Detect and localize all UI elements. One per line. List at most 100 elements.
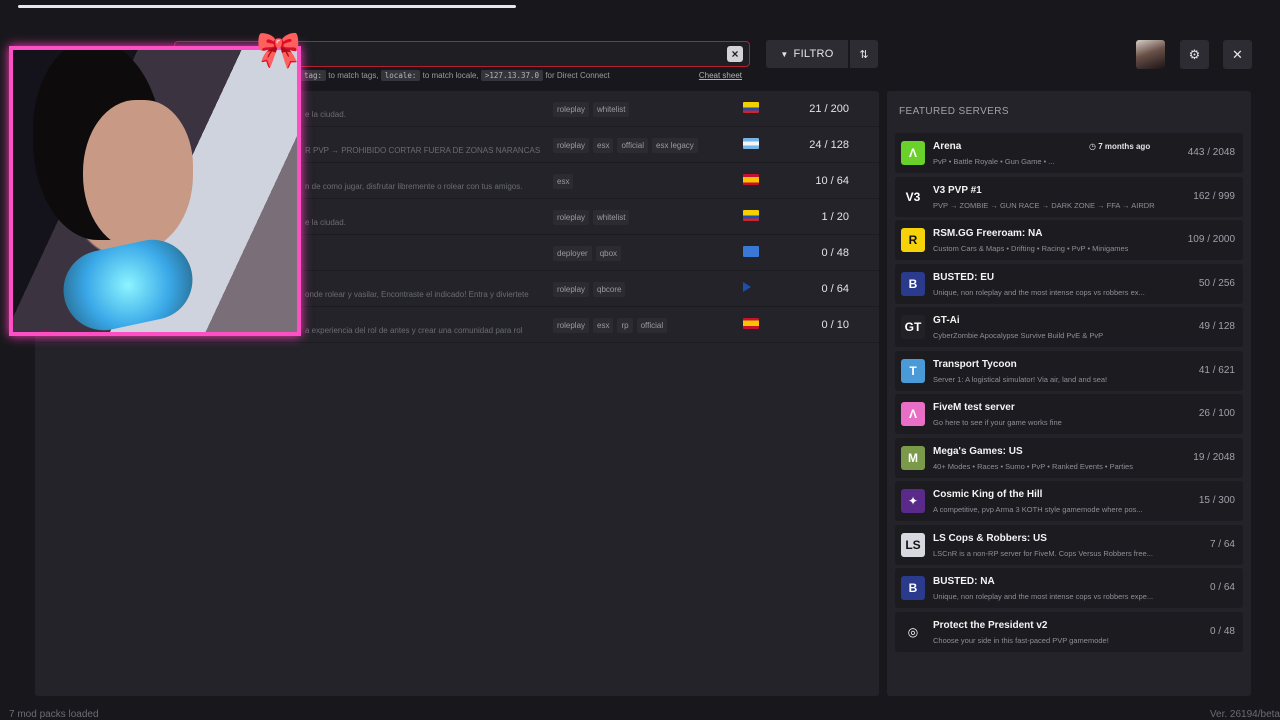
player-count: 10 / 64 bbox=[815, 175, 849, 187]
loading-progress-bar bbox=[18, 5, 516, 8]
tag: esx bbox=[593, 318, 614, 333]
tag: esx bbox=[593, 138, 614, 153]
settings-button[interactable]: ⚙ bbox=[1180, 40, 1209, 69]
featured-server-item[interactable]: GT GT-Ai CyberZombie Apocalypse Survive Bu… bbox=[895, 307, 1243, 347]
featured-server-desc: Unique, non roleplay and the most intens… bbox=[933, 592, 1154, 601]
clear-search-button[interactable]: × bbox=[727, 46, 743, 62]
featured-server-desc: Unique, non roleplay and the most intens… bbox=[933, 287, 1145, 297]
filter-icon: ▼ bbox=[780, 49, 789, 59]
featured-server-item[interactable]: R RSM.GG Freeroam: NA Custom Cars & Maps •… bbox=[895, 220, 1243, 260]
close-button[interactable]: ✕ bbox=[1223, 40, 1252, 69]
hint-ip-code: >127.13.37.0 bbox=[480, 70, 544, 81]
featured-server-item[interactable]: LS LS Cops & Robbers: US LSCnR is a non-RP… bbox=[895, 524, 1243, 565]
featured-player-count: 7 / 64 bbox=[1209, 538, 1235, 550]
featured-server-name: BUSTED: NA bbox=[933, 576, 995, 587]
server-desc: R PVP → PROHIBIDO CORTAR FUERA DE ZONAS … bbox=[305, 146, 541, 155]
featured-server-desc: 40+ Modes • Races • Sumo • PvP • Ranked … bbox=[933, 461, 1133, 471]
featured-server-item[interactable]: B BUSTED: NA Unique, non roleplay and the … bbox=[895, 568, 1243, 608]
flag-icon bbox=[743, 246, 759, 257]
server-logo-icon: Λ bbox=[901, 141, 925, 165]
featured-player-count: 109 / 2000 bbox=[1187, 234, 1235, 245]
featured-server-desc: PvP • Battle Royale • Gun Game • ... bbox=[933, 157, 1055, 166]
player-count: 21 / 200 bbox=[809, 103, 849, 115]
featured-servers-panel: FEATURED SERVERS Λ Arena PvP • Battle Roya… bbox=[887, 91, 1251, 696]
featured-player-count: 41 / 621 bbox=[1198, 364, 1235, 376]
tag: roleplay bbox=[553, 210, 590, 225]
player-count: 1 / 20 bbox=[821, 211, 849, 223]
tag: roleplay bbox=[553, 138, 590, 153]
tag: qbox bbox=[595, 246, 622, 261]
tag: deployer bbox=[553, 246, 592, 261]
last-seen-badge: ◷ 7 months ago bbox=[1085, 140, 1155, 153]
featured-server-desc: PVP → ZOMBIE → GUN RACE → DARK ZONE → FF… bbox=[933, 200, 1155, 210]
player-count: 24 / 128 bbox=[809, 139, 849, 151]
hint-ip-text: for Direct Connect bbox=[545, 71, 610, 80]
featured-player-count: 15 / 300 bbox=[1198, 495, 1235, 506]
tag: official bbox=[636, 318, 668, 333]
featured-server-name: RSM.GG Freeroam: NA bbox=[933, 228, 1043, 239]
featured-server-item[interactable]: Λ Arena PvP • Battle Royale • Gun Game • .… bbox=[895, 133, 1243, 173]
filter-button[interactable]: ▼ FILTRO bbox=[766, 40, 848, 68]
tag: roleplay bbox=[553, 318, 590, 333]
server-tags: esx bbox=[553, 174, 574, 189]
featured-server-desc: Server 1: A logistical simulator! Via ai… bbox=[933, 374, 1108, 384]
server-desc: n de como jugar, disfrutar libremente o … bbox=[305, 182, 523, 191]
featured-server-item[interactable]: M Mega's Games: US 40+ Modes • Races • Sum… bbox=[895, 437, 1243, 478]
hint-tags-code: tag: bbox=[300, 70, 327, 81]
user-avatar[interactable] bbox=[1136, 40, 1165, 69]
featured-server-name: Mega's Games: US bbox=[933, 445, 1023, 457]
featured-player-count: 50 / 256 bbox=[1198, 277, 1235, 289]
server-logo-icon: B bbox=[901, 271, 925, 296]
player-count: 0 / 10 bbox=[821, 319, 849, 331]
server-logo-icon: GT bbox=[901, 315, 925, 339]
flag-icon bbox=[743, 210, 759, 221]
featured-server-item[interactable]: B BUSTED: EU Unique, non roleplay and the … bbox=[895, 263, 1243, 304]
webcam-face bbox=[83, 100, 193, 250]
featured-server-name: BUSTED: EU bbox=[933, 271, 995, 283]
flag-icon bbox=[743, 138, 759, 149]
featured-server-item[interactable]: V3 V3 PVP #1 PVP → ZOMBIE → GUN RACE → DAR… bbox=[895, 176, 1243, 217]
featured-server-desc: Go here to see if your game works fine bbox=[933, 418, 1062, 427]
featured-server-desc: Custom Cars & Maps • Drifting • Racing •… bbox=[933, 244, 1129, 253]
server-tags: roleplay esx official esx legacy bbox=[553, 138, 698, 153]
server-tags: roleplay whitelist bbox=[553, 210, 630, 225]
hint-locale-code: locale: bbox=[380, 70, 421, 81]
featured-server-item[interactable]: Λ FiveM test server Go here to see if your… bbox=[895, 394, 1243, 434]
flag-icon bbox=[743, 174, 759, 185]
server-tags: roleplay whitelist bbox=[553, 102, 630, 117]
server-logo-icon: LS bbox=[901, 532, 925, 557]
tag: qbcore bbox=[593, 282, 626, 297]
featured-server-name: FiveM test server bbox=[933, 402, 1015, 413]
webcam-overlay: ❤❤♡♡ bbox=[9, 46, 301, 336]
featured-server-item[interactable]: ✦ Cosmic King of the Hill A competitive, p… bbox=[895, 481, 1243, 521]
featured-server-desc: A competitive, pvp Arma 3 KOTH style gam… bbox=[933, 505, 1143, 514]
server-logo-icon: M bbox=[901, 445, 925, 470]
cheat-sheet-link[interactable]: Cheat sheet bbox=[699, 71, 742, 80]
featured-server-item[interactable]: ◎ Protect the President v2 Choose your sid… bbox=[895, 611, 1243, 652]
server-logo-icon: ◎ bbox=[901, 619, 925, 644]
player-count: 0 / 64 bbox=[821, 283, 849, 295]
server-logo-icon: V3 bbox=[901, 184, 925, 209]
featured-server-item[interactable]: T Transport Tycoon Server 1: A logistical … bbox=[895, 350, 1243, 391]
tag: whitelist bbox=[593, 102, 630, 117]
server-tags: roleplay esx rp official bbox=[553, 318, 668, 333]
server-logo-icon: B bbox=[901, 576, 925, 600]
sort-button[interactable]: ⇅ bbox=[850, 40, 878, 68]
featured-player-count: 26 / 100 bbox=[1198, 408, 1235, 419]
featured-player-count: 443 / 2048 bbox=[1187, 147, 1235, 158]
filter-label: FILTRO bbox=[793, 48, 834, 60]
server-tags: roleplay qbcore bbox=[553, 282, 626, 297]
featured-server-name: Protect the President v2 bbox=[933, 619, 1048, 631]
close-icon: ✕ bbox=[1232, 46, 1243, 62]
tag: esx bbox=[553, 174, 574, 189]
bow-icon: 🎀 bbox=[256, 29, 301, 70]
player-count: 0 / 48 bbox=[821, 247, 849, 259]
server-logo-icon: ✦ bbox=[901, 489, 925, 513]
server-desc: e la ciudad. bbox=[305, 218, 346, 227]
tag: esx legacy bbox=[652, 138, 698, 153]
server-tags: deployer qbox bbox=[553, 246, 622, 261]
server-logo-icon: Λ bbox=[901, 402, 925, 426]
flag-icon bbox=[743, 318, 759, 329]
featured-server-desc: CyberZombie Apocalypse Survive Build PvE… bbox=[933, 331, 1104, 340]
featured-server-name: GT-Ai bbox=[933, 315, 960, 326]
